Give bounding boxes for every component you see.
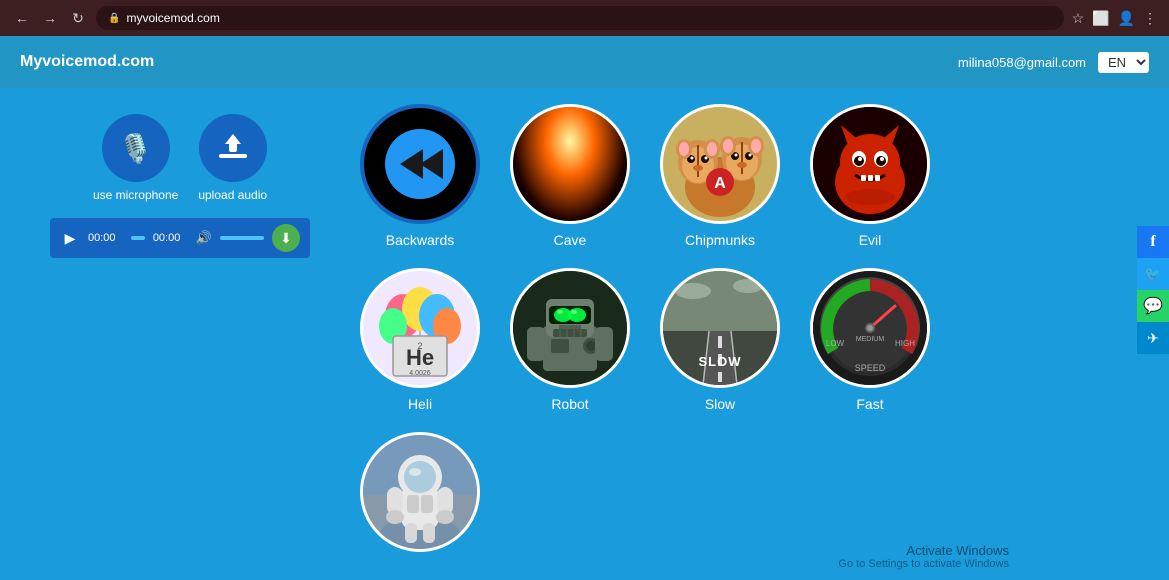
logo: Myvoicemod.com	[20, 53, 154, 71]
backwards-circle	[360, 104, 480, 224]
twitter-button[interactable]: 🐦	[1137, 258, 1169, 290]
menu-icon[interactable]: ⋮	[1143, 10, 1157, 27]
left-panel: 🎙️ use microphone upload audio	[20, 104, 340, 564]
svg-text:He: He	[406, 345, 434, 370]
twitter-icon: 🐦	[1145, 266, 1161, 282]
use-microphone-button[interactable]: 🎙️ use microphone	[93, 114, 178, 202]
header: Myvoicemod.com milina058@gmail.com EN ES…	[0, 36, 1169, 88]
svg-text:LOW: LOW	[826, 339, 845, 348]
total-time: 00:00	[153, 232, 188, 244]
language-select[interactable]: EN ES FR	[1098, 52, 1149, 73]
forward-button[interactable]: →	[40, 8, 60, 28]
heli-circle: 2 He 4.0026	[360, 268, 480, 388]
cave-bg	[513, 107, 627, 221]
slow-circle: SLOW	[660, 268, 780, 388]
volume-bar[interactable]	[220, 236, 264, 240]
slow-label: Slow	[705, 396, 735, 412]
fast-image: SPEED LOW HIGH MEDIUM	[813, 271, 927, 385]
browser-chrome: ← → ↻ 🔒 myvoicemod.com ☆ ⬜ 👤 ⋮	[0, 0, 1169, 36]
astronaut-circle	[360, 432, 480, 552]
svg-text:SPEED: SPEED	[855, 363, 886, 373]
heli-image: 2 He 4.0026	[363, 271, 477, 385]
evil-image	[813, 107, 927, 221]
backwards-label: Backwards	[386, 232, 454, 248]
play-button[interactable]: ▶	[60, 228, 80, 248]
voice-row-1: Backwards Cave	[360, 104, 1149, 248]
chipmunks-label: Chipmunks	[685, 232, 755, 248]
profile-icon[interactable]: 👤	[1118, 10, 1135, 27]
reload-button[interactable]: ↻	[68, 8, 88, 28]
voice-item-slow[interactable]: SLOW Slow	[660, 268, 780, 412]
voice-item-chipmunks[interactable]: A Chipmunks	[660, 104, 780, 248]
cave-circle	[510, 104, 630, 224]
svg-text:HIGH: HIGH	[895, 339, 915, 348]
upload-circle	[199, 114, 267, 182]
url-text: myvoicemod.com	[126, 11, 219, 25]
voice-item-robot[interactable]: Robot	[510, 268, 630, 412]
telegram-button[interactable]: ✈	[1137, 322, 1169, 354]
mic-label: use microphone	[93, 188, 178, 202]
browser-icons: ☆ ⬜ 👤 ⋮	[1072, 10, 1157, 27]
fast-circle: SPEED LOW HIGH MEDIUM	[810, 268, 930, 388]
progress-bar[interactable]	[131, 236, 145, 240]
chipmunks-image: A	[663, 107, 777, 221]
robot-label: Robot	[551, 396, 588, 412]
whatsapp-icon: 💬	[1143, 296, 1163, 316]
microphone-circle: 🎙️	[102, 114, 170, 182]
app: Myvoicemod.com milina058@gmail.com EN ES…	[0, 36, 1169, 580]
evil-circle	[810, 104, 930, 224]
voice-row-2: 2 He 4.0026 Heli	[360, 268, 1149, 412]
slow-image: SLOW	[663, 271, 777, 385]
download-button[interactable]: ⬇	[272, 224, 300, 252]
evil-label: Evil	[859, 232, 882, 248]
robot-circle	[510, 268, 630, 388]
voice-row-3	[360, 432, 1149, 560]
header-right: milina058@gmail.com EN ES FR	[958, 52, 1149, 73]
voice-grid: Backwards Cave	[360, 104, 1149, 564]
main-content: 🎙️ use microphone upload audio	[0, 88, 1169, 580]
activate-windows: Activate Windows Go to Settings to activ…	[838, 543, 1009, 570]
volume-icon[interactable]: 🔊	[196, 230, 212, 246]
fast-label: Fast	[856, 396, 883, 412]
telegram-icon: ✈	[1147, 330, 1159, 347]
back-button[interactable]: ←	[12, 8, 32, 28]
star-icon[interactable]: ☆	[1072, 10, 1085, 27]
activate-title: Activate Windows	[838, 543, 1009, 558]
upload-label: upload audio	[198, 188, 267, 202]
lock-icon: 🔒	[108, 13, 120, 24]
address-bar: 🔒 myvoicemod.com	[96, 6, 1064, 30]
audio-player: ▶ 00:00 00:00 🔊 ⬇	[50, 218, 310, 258]
voice-item-cave[interactable]: Cave	[510, 104, 630, 248]
current-time: 00:00	[88, 232, 123, 244]
svg-text:MEDIUM: MEDIUM	[856, 336, 885, 343]
robot-image	[513, 271, 627, 385]
voice-item-fast[interactable]: SPEED LOW HIGH MEDIUM Fast	[810, 268, 930, 412]
voice-item-backwards[interactable]: Backwards	[360, 104, 480, 248]
voice-item-heli[interactable]: 2 He 4.0026 Heli	[360, 268, 480, 412]
facebook-icon: f	[1150, 233, 1155, 251]
backwards-rewind-icon	[385, 129, 455, 199]
svg-text:A: A	[714, 175, 726, 192]
input-buttons: 🎙️ use microphone upload audio	[93, 114, 267, 202]
facebook-button[interactable]: f	[1137, 226, 1169, 258]
svg-text:4.0026: 4.0026	[409, 370, 431, 377]
chipmunks-circle: A	[660, 104, 780, 224]
astronaut-image	[363, 435, 477, 549]
heli-label: Heli	[408, 396, 432, 412]
microphone-icon: 🎙️	[118, 132, 153, 165]
voice-item-astronaut[interactable]	[360, 432, 480, 560]
extensions-icon[interactable]: ⬜	[1092, 10, 1109, 27]
user-email: milina058@gmail.com	[958, 55, 1086, 70]
upload-audio-button[interactable]: upload audio	[198, 114, 267, 202]
whatsapp-button[interactable]: 💬	[1137, 290, 1169, 322]
cave-label: Cave	[554, 232, 587, 248]
social-sidebar: f 🐦 💬 ✈	[1137, 226, 1169, 354]
upload-icon	[215, 130, 251, 166]
activate-subtitle: Go to Settings to activate Windows	[838, 558, 1009, 570]
voice-item-evil[interactable]: Evil	[810, 104, 930, 248]
